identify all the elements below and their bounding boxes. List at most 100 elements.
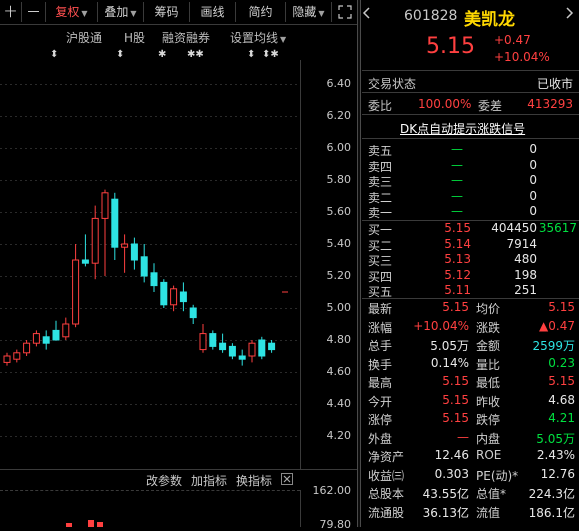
- candle-body: [140, 256, 148, 277]
- h-share-toggle[interactable]: H股: [124, 29, 145, 46]
- candlestick[interactable]: [219, 333, 227, 353]
- switch-indicator-button[interactable]: 换指标: [236, 472, 272, 489]
- candlestick[interactable]: [91, 205, 99, 280]
- hide-label: 隐藏: [292, 5, 317, 19]
- event-marker[interactable]: ✱: [158, 49, 166, 60]
- panel-splitter[interactable]: [357, 0, 361, 527]
- candle-body: [199, 333, 207, 351]
- prev-stock-button[interactable]: [362, 6, 372, 23]
- ask-level-label: 卖一: [368, 206, 393, 220]
- candlestick[interactable]: [121, 234, 129, 273]
- candlestick[interactable]: [32, 330, 40, 347]
- zoom-out-button[interactable]: 一: [22, 2, 46, 22]
- candlestick[interactable]: [23, 340, 31, 356]
- stat-label: 均价: [476, 302, 501, 316]
- stat-label: 净资产: [368, 450, 405, 464]
- stat-label: 量比: [476, 357, 501, 372]
- simple-mode-button[interactable]: 简约: [236, 2, 286, 22]
- stat-label: 收益㈢: [368, 468, 405, 483]
- candlestick[interactable]: [199, 324, 207, 353]
- candle-body: [23, 342, 31, 354]
- ask-level-label: 卖三: [368, 175, 393, 189]
- candle-body: [13, 352, 21, 360]
- draw-line-button[interactable]: 画线: [190, 2, 236, 22]
- stat-row: 总手 5.05万 金额 2599万: [362, 337, 579, 353]
- candlestick[interactable]: [62, 317, 70, 340]
- candlestick[interactable]: [179, 282, 187, 312]
- candlestick[interactable]: [238, 349, 246, 366]
- candlestick[interactable]: [189, 304, 197, 324]
- last-price: 5.15: [426, 34, 475, 59]
- hk-connect-toggle[interactable]: 沪股通: [66, 29, 102, 46]
- bid-level-row[interactable]: 买二 5.14 7914: [362, 237, 579, 253]
- hide-dropdown[interactable]: 隐藏 ▼: [286, 2, 332, 22]
- candlestick[interactable]: [101, 189, 109, 276]
- candlestick[interactable]: [13, 349, 21, 363]
- stock-code: 601828: [404, 8, 458, 24]
- ask-level-row[interactable]: 卖一 — 0: [362, 204, 579, 220]
- bid-level-label: 买三: [368, 254, 393, 268]
- chips-button[interactable]: 筹码: [144, 2, 190, 22]
- event-marker[interactable]: ⬍: [247, 49, 255, 60]
- candlestick[interactable]: [228, 343, 236, 360]
- stat-value: 5.15: [442, 411, 469, 425]
- dk-signal-link[interactable]: DK点自动提示涨跌信号: [400, 120, 525, 137]
- stat-value: 2.43%: [536, 448, 575, 462]
- bid-level-row[interactable]: 买三 5.13 480: [362, 252, 579, 268]
- candlestick[interactable]: [150, 263, 158, 292]
- ask-price: —: [451, 173, 463, 187]
- candlestick[interactable]: [248, 340, 256, 363]
- event-marker[interactable]: ⬍✱: [262, 49, 279, 60]
- volume-pane[interactable]: 162.00 79.80: [0, 484, 357, 531]
- adjust-price-dropdown[interactable]: 复权 ▼: [46, 2, 98, 22]
- stat-label: 内盘: [476, 431, 501, 446]
- event-marker[interactable]: ✱✱: [187, 49, 204, 60]
- bid-volume: 404450: [491, 221, 537, 235]
- ma-settings-button[interactable]: 设置均线 ▼: [230, 29, 286, 46]
- ask-level-row[interactable]: 卖二 — 0: [362, 189, 579, 205]
- candlestick[interactable]: [258, 336, 266, 360]
- fullscreen-button[interactable]: [334, 2, 356, 22]
- status-label: 交易状态: [368, 77, 417, 91]
- candlestick[interactable]: [81, 234, 89, 267]
- bid-level-row[interactable]: 买四 5.12 198: [362, 268, 579, 284]
- ask-level-row[interactable]: 卖五 — 0: [362, 142, 579, 158]
- stat-value: —: [457, 429, 469, 444]
- stat-label: 换手: [368, 357, 393, 372]
- candlestick[interactable]: [170, 285, 178, 312]
- bid-level-row[interactable]: 买五 5.11 251: [362, 283, 579, 299]
- candlestick[interactable]: [160, 279, 168, 308]
- add-indicator-button[interactable]: 加指标: [191, 472, 227, 489]
- candlestick[interactable]: [72, 244, 80, 328]
- ask-price: —: [451, 157, 463, 172]
- candlestick[interactable]: [209, 330, 217, 350]
- candlestick[interactable]: [3, 352, 11, 366]
- stat-row: 涨幅 +10.04% 涨跌 ▲0.47: [362, 319, 579, 335]
- event-marker[interactable]: ⬍: [116, 49, 124, 60]
- candlestick[interactable]: [268, 340, 276, 353]
- stock-name: 美凯龙: [464, 10, 515, 30]
- quote-panel: 601828 美凯龙 5.15 +0.47 +10.04% 交易状态 已收市 委…: [362, 0, 579, 527]
- stat-value: 36.13亿: [422, 505, 469, 520]
- candlestick[interactable]: [42, 330, 50, 350]
- bid-volume: 7914: [506, 236, 537, 251]
- bid-level-row[interactable]: 买一 5.15 404450 35617: [362, 221, 579, 237]
- crosshair-button[interactable]: 十: [0, 2, 22, 22]
- stat-value: 5.15: [548, 300, 575, 314]
- margin-trading-toggle[interactable]: 融资融券: [162, 29, 210, 46]
- close-indicator-button[interactable]: [281, 473, 293, 485]
- next-stock-button[interactable]: [564, 6, 574, 23]
- kline-chart[interactable]: 6.40 6.20 6.00 5.80 5.60 5.40 5.20 5.00 4.80 4.60…: [0, 60, 357, 470]
- candlestick[interactable]: [52, 320, 60, 341]
- ask-level-row[interactable]: 卖三 — 0: [362, 173, 579, 189]
- stat-row: 外盘 — 内盘 5.05万: [362, 430, 579, 446]
- change-param-button[interactable]: 改参数: [146, 472, 182, 489]
- candlestick[interactable]: [111, 192, 119, 260]
- bid-price: 5.11: [444, 283, 471, 297]
- ask-level-row[interactable]: 卖四 — 0: [362, 158, 579, 174]
- fullscreen-icon: [338, 5, 352, 19]
- price-tick-label: 5.60: [326, 205, 352, 218]
- overlay-dropdown[interactable]: 叠加 ▼: [98, 2, 144, 22]
- candlestick[interactable]: [130, 237, 138, 270]
- event-marker[interactable]: ⬍: [50, 49, 58, 60]
